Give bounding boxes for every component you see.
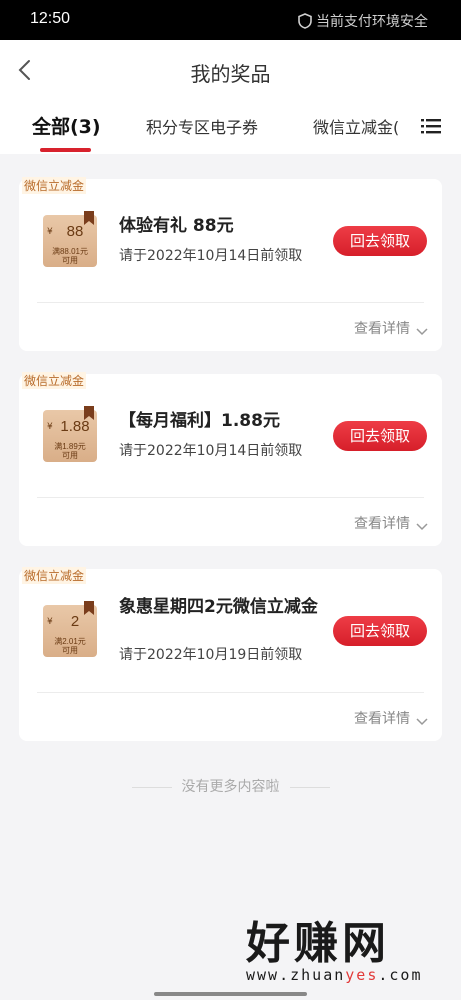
- no-more-text: 没有更多内容啦: [181, 779, 280, 795]
- view-details-link[interactable]: 查看详情: [354, 708, 428, 728]
- claim-button[interactable]: 回去领取: [333, 226, 427, 256]
- coupon-condition-line: 满2.01元: [54, 637, 86, 646]
- watermark-url-part: www.zhuan: [246, 966, 346, 984]
- chevron-down-icon: [416, 718, 428, 726]
- coupon-condition: 满88.01元 可用: [43, 247, 97, 265]
- coupon-thumbnail: ¥ 1.88 满1.89元 可用: [43, 406, 97, 462]
- coupon-thumbnail: ¥ 2 满2.01元 可用: [43, 601, 97, 657]
- prize-card: 微信立减金 ¥ 1.88 满1.89元 可用 【每月福利】1.88元 请于202…: [19, 372, 442, 546]
- coupon-thumbnail: ¥ 88 满88.01元 可用: [43, 211, 97, 267]
- status-time: 12:50: [30, 10, 71, 27]
- watermark-url-part: .com: [378, 966, 423, 984]
- tab-wechat-discount[interactable]: 微信立减金(: [313, 114, 403, 138]
- view-details-label: 查看详情: [354, 711, 410, 727]
- end-of-list-indicator: 没有更多内容啦: [0, 776, 461, 796]
- view-details-label: 查看详情: [354, 516, 410, 532]
- card-divider: [37, 497, 424, 498]
- claim-button[interactable]: 回去领取: [333, 616, 427, 646]
- security-indicator: 当前支付环境安全: [298, 11, 428, 31]
- prize-deadline: 请于2022年10月14日前领取: [119, 248, 303, 264]
- watermark-url-highlight: yes: [345, 966, 379, 984]
- prize-name: 【每月福利】1.88元: [119, 411, 280, 431]
- coupon-amount: 88: [66, 223, 84, 240]
- coupon-condition-line: 满1.89元: [54, 442, 86, 451]
- view-details-label: 查看详情: [354, 321, 410, 337]
- claim-button[interactable]: 回去领取: [333, 421, 427, 451]
- prize-name: 体验有礼 88元: [119, 216, 234, 236]
- coupon-condition-line: 满88.01元: [51, 247, 89, 256]
- watermark-url: www.zhuanyes.com: [246, 966, 446, 984]
- prize-type-tag: 微信立减金: [22, 567, 87, 584]
- view-details-link[interactable]: 查看详情: [354, 318, 428, 338]
- site-watermark: 好赚网 www.zhuanyes.com: [246, 918, 446, 985]
- prize-deadline: 请于2022年10月14日前领取: [119, 443, 303, 459]
- coupon-condition: 满1.89元 可用: [43, 442, 97, 460]
- prize-deadline: 请于2022年10月19日前领取: [119, 647, 303, 663]
- coupon-amount: 2: [70, 613, 80, 630]
- tab-points-vouchers[interactable]: 积分专区电子券: [146, 114, 258, 138]
- chevron-down-icon: [416, 523, 428, 531]
- home-indicator[interactable]: [154, 992, 307, 996]
- prize-card: 微信立减金 ¥ 2 满2.01元 可用 象惠星期四2元微信立减金 请于2022年…: [19, 567, 442, 741]
- coupon-currency: ¥: [47, 227, 53, 237]
- watermark-title: 好赚网: [246, 918, 390, 969]
- security-text: 当前支付环境安全: [316, 14, 428, 30]
- coupon-condition-line: 可用: [62, 451, 78, 460]
- prize-type-tag: 微信立减金: [22, 372, 87, 389]
- divider-line: [131, 786, 172, 788]
- navigation-bar: 我的奖品: [0, 40, 461, 100]
- card-divider: [37, 692, 424, 693]
- tab-bar: 全部(3) 积分专区电子券 微信立减金(: [0, 100, 461, 154]
- prize-card: 微信立减金 ¥ 88 满88.01元 可用 体验有礼 88元 请于2022年10…: [19, 177, 442, 351]
- coupon-condition-line: 可用: [62, 256, 78, 265]
- prize-type-tag: 微信立减金: [22, 177, 87, 194]
- coupon-currency: ¥: [47, 422, 53, 432]
- coupon-condition: 满2.01元 可用: [43, 637, 97, 655]
- coupon-condition-line: 可用: [62, 646, 78, 655]
- view-details-link[interactable]: 查看详情: [354, 513, 428, 533]
- prize-name: 象惠星期四2元微信立减金: [119, 597, 318, 617]
- status-bar: 12:50 当前支付环境安全: [0, 0, 461, 40]
- chevron-down-icon: [416, 328, 428, 336]
- menu-list-icon[interactable]: [420, 116, 442, 136]
- coupon-currency: ¥: [47, 617, 53, 627]
- tab-all[interactable]: 全部(3): [32, 112, 101, 139]
- page-title: 我的奖品: [190, 62, 271, 86]
- divider-line: [289, 786, 330, 788]
- shield-icon: [298, 13, 312, 29]
- card-divider: [37, 302, 424, 303]
- active-tab-indicator: [40, 148, 91, 152]
- coupon-amount: 1.88: [60, 418, 90, 435]
